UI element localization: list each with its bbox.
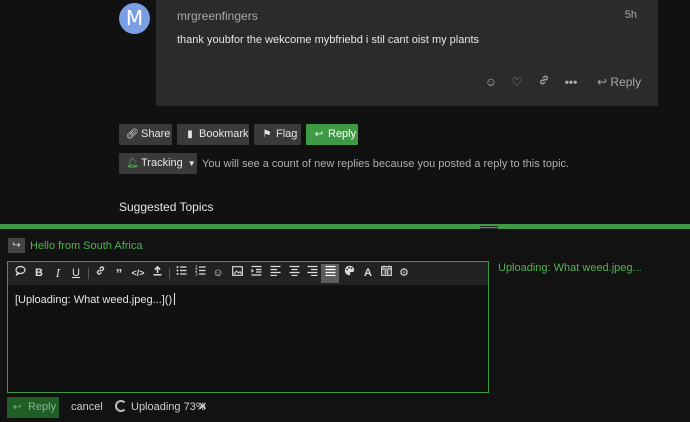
like-heart-icon[interactable]: ♡ (509, 74, 525, 90)
composer-preview: Uploading: What weed.jpeg... (498, 262, 642, 274)
share-button[interactable]: 🔗︎ Share (119, 124, 172, 145)
share-label: Share (141, 128, 171, 140)
post-username[interactable]: mrgreenfingers (177, 9, 258, 23)
post-actions: ☺ ♡ ••• ↩ Reply (156, 72, 658, 92)
emoji-reaction-icon[interactable]: ☺ (483, 74, 499, 90)
tracking-description: You will see a count of new replies beca… (202, 158, 570, 170)
link-icon: 🔗︎ (126, 129, 139, 140)
align-left-icon[interactable] (267, 264, 283, 283)
tracking-label: Tracking (141, 157, 183, 169)
flag-icon: ⚑ (262, 129, 272, 140)
indent-icon[interactable] (248, 264, 264, 283)
bookmark-icon: ▮ (187, 129, 193, 140)
cancel-upload-icon[interactable]: ✕ (198, 400, 207, 413)
blockquote-icon[interactable]: ” (111, 264, 127, 283)
bookmark-button[interactable]: ▮ Bookmark (177, 124, 249, 145)
composer-reply-button[interactable]: ↩ Reply (7, 397, 59, 418)
reply-arrow-icon: ↩ (13, 402, 22, 413)
composer-reply-label: Reply (28, 401, 57, 413)
align-justify-icon[interactable] (321, 264, 339, 283)
reply-to-topic-link[interactable]: Hello from South Africa (30, 240, 143, 252)
bookmark-label: Bookmark (199, 128, 249, 140)
toolbar-separator (169, 268, 170, 279)
composer: ↪ Hello from South Africa B I U ” </> 1 … (0, 229, 690, 422)
share-link-icon[interactable] (536, 74, 552, 90)
svg-text:3: 3 (195, 272, 198, 277)
font-size-icon[interactable]: A (360, 264, 376, 283)
tracking-dropdown[interactable]: 🔔︎ Tracking ▼ (119, 153, 197, 174)
flag-label: Flag (276, 128, 298, 140)
editor-textarea[interactable]: [Uploading: What weed.jpeg...]() (15, 293, 176, 306)
calendar-icon[interactable] (378, 264, 394, 283)
hyperlink-icon[interactable] (92, 264, 108, 283)
speech-bubble-icon[interactable] (12, 264, 28, 283)
toolbar-separator (88, 268, 89, 279)
bell-icon: 🔔︎ (126, 158, 139, 169)
text-caret (174, 293, 176, 305)
align-right-icon[interactable] (304, 264, 320, 283)
topic-reply-button[interactable]: ↩ Reply (306, 124, 358, 145)
post-body: thank youbfor the wekcome mybfriebd i st… (177, 34, 480, 46)
post-card: mrgreenfingers 5h thank youbfor the wekc… (156, 0, 658, 106)
post-reply-label: Reply (610, 75, 642, 89)
reply-arrow-icon: ↩ (314, 129, 324, 140)
flag-button[interactable]: ⚑ Flag (254, 124, 301, 145)
editor-text-content: [Uploading: What weed.jpeg...]() (15, 294, 173, 306)
bold-icon[interactable]: B (31, 264, 47, 283)
caret-down-icon: ▼ (187, 159, 196, 168)
bullet-list-icon[interactable] (173, 264, 189, 283)
numbered-list-icon[interactable]: 123 (192, 264, 208, 283)
reply-arrow-icon: ↩ (597, 75, 611, 89)
more-options-icon[interactable]: ••• (563, 74, 579, 90)
align-center-icon[interactable] (286, 264, 302, 283)
underline-icon[interactable]: U (68, 264, 84, 283)
post-timestamp[interactable]: 5h (625, 9, 637, 21)
avatar[interactable]: M (119, 3, 150, 34)
upload-status: Uploading 73% (131, 401, 206, 413)
code-icon[interactable]: </> (130, 264, 146, 283)
italic-icon[interactable]: I (50, 264, 66, 283)
editor-toolbar: B I U ” </> 123 ☺ A ⚙ (8, 262, 488, 285)
composer-cancel-link[interactable]: cancel (71, 401, 103, 413)
emoji-icon[interactable]: ☺ (210, 264, 226, 283)
gear-icon[interactable]: ⚙ (396, 264, 412, 283)
image-icon[interactable] (229, 264, 245, 283)
post-reply-button[interactable]: ↩ Reply (597, 74, 641, 90)
upload-spinner-icon (115, 400, 127, 412)
color-palette-icon[interactable] (341, 264, 357, 283)
suggested-topics-heading: Suggested Topics (119, 200, 214, 214)
topic-reply-label: Reply (328, 128, 357, 140)
editor: B I U ” </> 123 ☺ A ⚙ [Uploading: What w… (7, 261, 489, 393)
upload-icon[interactable] (149, 264, 165, 283)
reply-action-icon[interactable]: ↪ (8, 238, 25, 253)
